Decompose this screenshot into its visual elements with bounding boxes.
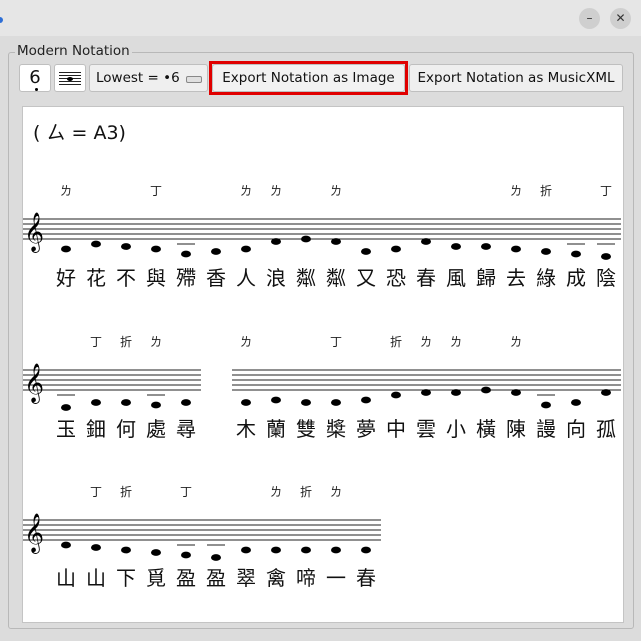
- notation-canvas: [22, 106, 624, 623]
- staff-notation-toggle[interactable]: [54, 64, 86, 92]
- close-button[interactable]: ✕: [610, 8, 631, 29]
- key-signature-label: ( ㄙ = A3): [33, 122, 126, 144]
- lowest-note-value: Lowest = •6: [96, 70, 180, 86]
- lowest-note-select[interactable]: Lowest = •6: [89, 64, 208, 92]
- minimize-button[interactable]: –: [579, 8, 600, 29]
- octave-dot-icon: [35, 88, 38, 91]
- app-icon: [0, 17, 3, 23]
- dropdown-arrow-icon: [186, 76, 202, 83]
- panel-title: Modern Notation: [15, 43, 132, 59]
- numbered-notation-toggle[interactable]: 6: [19, 64, 51, 92]
- export-musicxml-button[interactable]: Export Notation as MusicXML: [409, 64, 623, 92]
- title-bar: – ✕: [0, 0, 641, 36]
- export-image-button[interactable]: Export Notation as Image: [212, 64, 405, 92]
- numbered-notation-label: 6: [29, 67, 41, 88]
